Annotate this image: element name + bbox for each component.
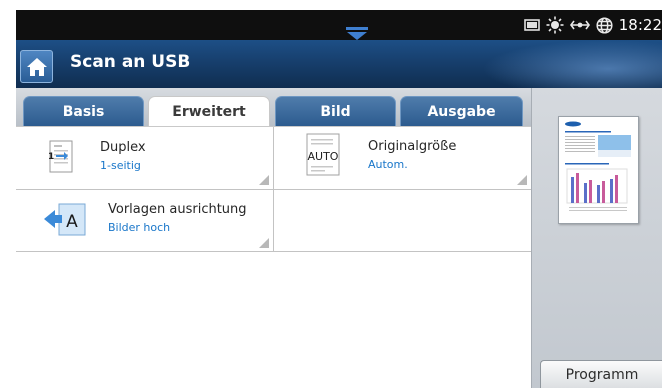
expand-corner-icon	[517, 175, 527, 185]
duplex-icon: 1	[48, 140, 73, 173]
original-size-icon: AUTO	[306, 133, 340, 176]
home-button[interactable]	[20, 50, 53, 83]
clock: 18:22	[618, 16, 662, 34]
tab-basis[interactable]: Basis	[23, 96, 144, 126]
title-bar: Scan an USB	[16, 40, 662, 88]
preview-pane: Programm	[531, 88, 662, 388]
row-divider	[16, 251, 531, 252]
globe-icon	[596, 15, 613, 35]
option-duplex-label: Duplex	[100, 140, 146, 155]
option-original-size-value: Autom.	[368, 158, 408, 171]
notification-pulldown-icon[interactable]	[346, 27, 368, 41]
status-bar: 18:22	[16, 10, 662, 40]
document-preview-image	[565, 121, 631, 211]
home-icon	[26, 57, 47, 76]
eco-sun-icon	[546, 15, 564, 35]
option-duplex[interactable]: 1 Duplex 1-seitig	[16, 127, 273, 189]
status-icons: 18:22	[523, 10, 662, 40]
tab-bar: Basis Erweitert Bild Ausgabe	[16, 88, 531, 127]
tab-bild[interactable]: Bild	[275, 96, 396, 126]
document-preview-thumbnail[interactable]	[558, 116, 639, 224]
option-orientation-value: Bilder hoch	[108, 221, 171, 234]
options-panel: 1 Duplex 1-seitig AUTO Originalgröße Aut…	[16, 126, 531, 388]
title-bar-decoration	[482, 40, 662, 88]
expand-corner-icon	[259, 175, 269, 185]
orientation-icon-text: A	[66, 212, 78, 232]
toner-icon	[523, 15, 540, 35]
option-duplex-value: 1-seitig	[100, 159, 141, 172]
option-original-size[interactable]: AUTO Originalgröße Autom.	[274, 127, 531, 189]
original-size-icon-text: AUTO	[308, 150, 339, 163]
network-icon	[569, 15, 590, 35]
orientation-icon: A	[44, 203, 86, 236]
tab-erweitert[interactable]: Erweitert	[148, 96, 270, 127]
column-divider	[273, 127, 274, 251]
page-title: Scan an USB	[70, 52, 191, 72]
option-original-size-label: Originalgröße	[368, 139, 457, 154]
option-orientation[interactable]: A Vorlagen ausrichtung Bilder hoch	[16, 190, 273, 252]
svg-text:1: 1	[48, 152, 54, 162]
expand-corner-icon	[259, 238, 269, 248]
option-orientation-label: Vorlagen ausrichtung	[108, 202, 247, 217]
tab-ausgabe[interactable]: Ausgabe	[400, 96, 523, 126]
program-button[interactable]: Programm	[540, 360, 662, 388]
scan-to-usb-screen: 18:22 Scan an USB Basis Erweitert Bild A…	[0, 0, 662, 388]
